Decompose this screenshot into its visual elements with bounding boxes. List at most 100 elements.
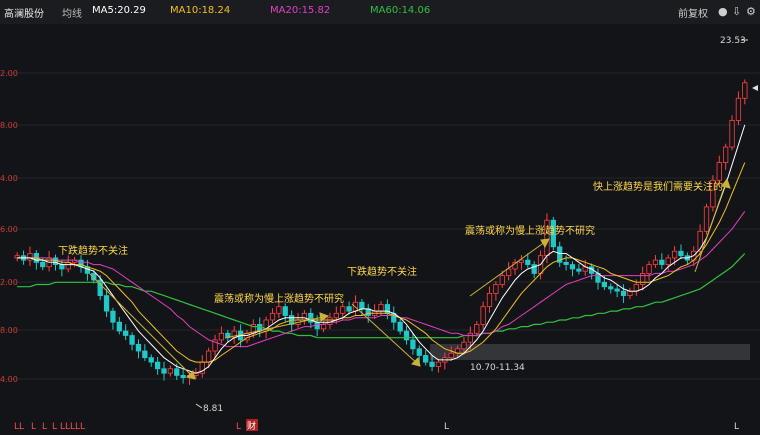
candle-body [154,361,161,370]
candle-body [423,355,429,363]
candle-body [729,120,735,148]
candle-body [123,330,129,336]
stock-name[interactable]: 高澜股份 [4,5,44,20]
y-tick-label: 2.00 [0,278,18,287]
marker-l: L [42,422,47,432]
candle-body [659,259,665,265]
marker-l: LL [14,422,24,432]
ma60-value: MA60:14.06 [370,5,431,16]
candle-body [486,292,493,308]
candle-body [40,261,46,268]
candle-body [678,250,684,257]
finance-marker: 财 [247,420,256,432]
candle-body [474,324,480,334]
candle-body [640,273,646,285]
line-type-label[interactable]: 均线 [62,5,82,20]
candle-body [525,259,531,265]
annotation-2: 震荡或称为慢上涨趋势不研究 [214,292,344,305]
candle-body [435,361,442,367]
candle-body [467,332,473,343]
ma10-value: MA10:18.24 [170,5,231,16]
candle-body [397,321,403,332]
annotation-1: 下跌趋势不关注 [58,244,128,257]
candle-body [142,350,148,359]
marker-l: L [31,422,36,432]
range-price-label: 10.70-11.34 [470,363,525,373]
candle-body [461,341,467,350]
candle-body [301,312,308,321]
candle-body [282,306,288,316]
candle-body [27,253,33,261]
y-tick-label: 8.00 [0,121,18,130]
candle-body [735,97,742,121]
candle-body [448,352,454,359]
candle-body [416,348,422,356]
candle-body [333,312,339,319]
marker-l: L [734,422,739,432]
ma5-value: MA5:20.29 [92,5,146,16]
candle-body [161,368,167,374]
candle-body [180,374,186,379]
settings-icon[interactable]: ⚙ [746,5,756,18]
candle-body [703,206,710,232]
candle-body [608,286,614,290]
marker-l: L [236,422,241,432]
ma20-value: MA20:15.82 [270,5,331,16]
candle-body [493,284,499,294]
candle-body [167,368,174,374]
candle-body [723,146,729,163]
candle-body [410,339,416,350]
candle-body [129,335,135,345]
candle-body [148,357,154,363]
candle-body [499,275,505,285]
candlestick-chart[interactable]: 2.00 8.00 4.00 6.00 2.00 8.00 4.00 下跌趋势不关注 震荡或… [0,24,760,435]
marker-l: L [444,422,449,432]
y-tick-label: 8.00 [0,326,18,335]
candle-body [327,317,333,325]
candle-body [652,259,659,265]
candle-body [506,268,512,277]
candle-body [671,250,678,259]
candle-body [269,312,276,321]
candle-body [340,306,346,314]
candle-body [569,264,576,270]
candle-body [646,264,652,274]
candle-body [480,306,486,325]
y-tick-label: 6.00 [0,225,18,234]
candle-body [52,257,59,265]
candle-body [218,332,225,341]
marker-l: LLLL [60,422,80,432]
candle-body [620,290,627,296]
candle-body [276,306,282,314]
candle-body [378,304,384,312]
support-zone [430,344,750,360]
candle-body [576,268,582,272]
candle-body [59,264,65,270]
lock-icon[interactable]: ● [718,5,728,18]
y-tick-label: 4.00 [0,375,18,384]
candle-body [103,295,110,312]
candle-body [563,261,569,265]
candle-body [314,321,320,330]
marker-l: L [52,422,57,432]
candle-body [716,162,722,181]
download-icon[interactable]: ⇩ [732,5,741,18]
candle-body [320,324,327,330]
y-tick-label: 2.00 [0,69,18,78]
candle-body [429,361,435,367]
candle-body [627,290,633,296]
high-price-label: 23.53 [720,36,746,46]
candle-body [110,310,116,323]
candle-body [135,343,142,352]
candle-body [116,321,122,332]
marker-l: L [80,422,85,432]
candle-body [665,257,671,265]
candle-body [359,301,365,310]
candle-body [206,350,212,363]
annotation-5: 快上涨趋势是我们需要关注的 [593,180,723,193]
annotation-4: 震荡或称为慢上涨趋势不研究 [465,224,595,237]
chart-header: 高澜股份 均线 MA5:20.29 MA10:18.24 MA20:15.82 … [0,0,760,25]
candle-body [403,330,410,341]
adjust-selector[interactable]: 前复权 [678,5,708,20]
candle-body [174,368,180,376]
